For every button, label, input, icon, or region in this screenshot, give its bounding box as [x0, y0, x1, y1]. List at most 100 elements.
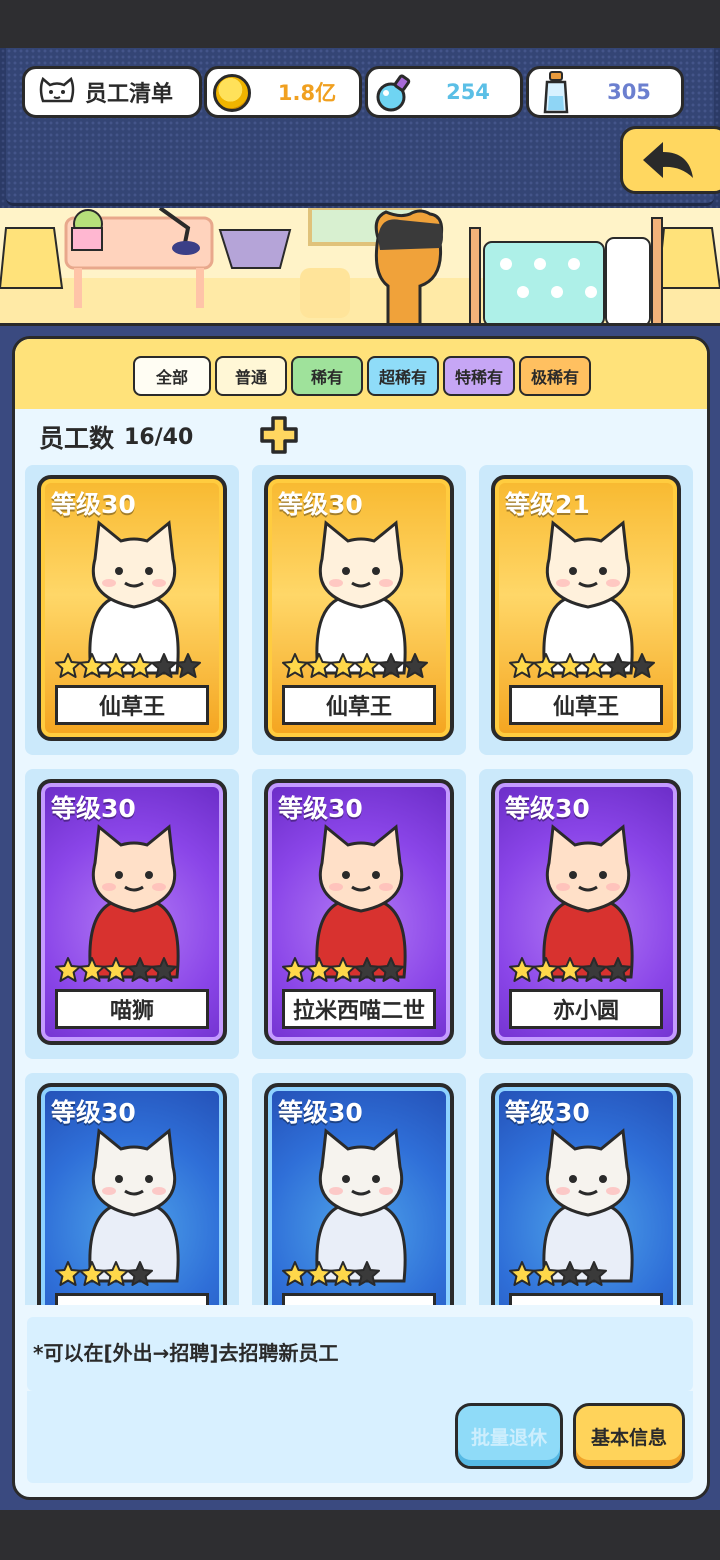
star-empty-icon [581, 1261, 607, 1286]
star-empty-icon [354, 1261, 380, 1286]
staff-name: 仙草王 [509, 685, 663, 725]
star-filled-icon [533, 957, 559, 982]
filter-ultra-rare[interactable]: 特稀有 [443, 356, 515, 396]
staff-card[interactable]: 等级30 [491, 1083, 681, 1305]
staff-card[interactable]: 等级30 亦小圆 [491, 779, 681, 1045]
staff-card-slot: 等级30 [479, 1073, 693, 1305]
staff-count: 员工数 16/40 [39, 419, 193, 455]
staff-level: 等级30 [505, 1098, 590, 1127]
star-filled-icon [509, 957, 535, 982]
star-filled-icon [330, 957, 356, 982]
bottle-value: 305 [607, 80, 651, 104]
staff-level: 等级30 [505, 794, 590, 823]
staff-card-slot: 等级30 亦小圆 [479, 769, 693, 1059]
staff-card[interactable]: 等级30 拉米西喵二世 [264, 779, 454, 1045]
star-filled-icon [79, 653, 105, 678]
star-filled-icon [103, 1261, 129, 1286]
star-empty-icon [581, 957, 607, 982]
staff-level: 等级30 [51, 794, 136, 823]
filter-extreme-rare[interactable]: 极稀有 [519, 356, 591, 396]
star-filled-icon [127, 653, 153, 678]
star-rating [282, 653, 428, 679]
staff-level: 等级21 [505, 490, 590, 519]
star-filled-icon [533, 1261, 559, 1286]
batch-retire-button[interactable]: 批量退休 [455, 1403, 563, 1469]
star-empty-icon [354, 957, 380, 982]
star-empty-icon [127, 957, 153, 982]
recruit-hint: *可以在[外出→招聘]去招聘新员工 [27, 1317, 693, 1391]
staff-card-slot: 等级30 仙草王 [252, 465, 466, 755]
star-filled-icon [533, 653, 559, 678]
staff-card[interactable]: 等级21 仙草王 [491, 475, 681, 741]
filter-rare[interactable]: 稀有 [291, 356, 363, 396]
star-filled-icon [306, 653, 332, 678]
star-rating [509, 1261, 607, 1287]
star-filled-icon [557, 957, 583, 982]
star-rating [282, 1261, 380, 1287]
staff-level: 等级30 [51, 1098, 136, 1127]
potion-value: 254 [446, 80, 490, 104]
rarity-filter-tabs: 全部 普通 稀有 超稀有 特稀有 极稀有 [133, 356, 591, 396]
staff-list-panel: 全部 普通 稀有 超稀有 特稀有 极稀有 员工数 16/40 等级30 仙草王 等级… [12, 336, 710, 1500]
star-empty-icon [175, 653, 201, 678]
currency-bottle: 305 [526, 66, 684, 118]
staff-name [282, 1293, 436, 1305]
back-button[interactable] [620, 126, 720, 194]
filter-all[interactable]: 全部 [133, 356, 211, 396]
star-rating [55, 1261, 153, 1287]
potion-flask-icon [376, 74, 411, 112]
staff-name: 喵狮 [55, 989, 209, 1029]
star-filled-icon [282, 957, 308, 982]
staff-card[interactable]: 等级30 [37, 1083, 227, 1305]
star-filled-icon [306, 957, 332, 982]
star-rating [55, 957, 177, 983]
star-filled-icon [581, 653, 607, 678]
water-bottle-icon [543, 71, 569, 114]
star-empty-icon [127, 1261, 153, 1286]
star-filled-icon [55, 957, 81, 982]
staff-name: 仙草王 [282, 685, 436, 725]
star-empty-icon [151, 957, 177, 982]
staff-name [509, 1293, 663, 1305]
staff-card-slot: 等级30 仙草王 [25, 465, 239, 755]
staff-card[interactable]: 等级30 仙草王 [264, 475, 454, 741]
filter-super-rare[interactable]: 超稀有 [367, 356, 439, 396]
star-filled-icon [55, 653, 81, 678]
star-empty-icon [151, 653, 177, 678]
staff-card[interactable]: 等级30 仙草王 [37, 475, 227, 741]
staff-level: 等级30 [278, 794, 363, 823]
staff-card-slot: 等级30 [252, 1073, 466, 1305]
staff-level: 等级30 [278, 1098, 363, 1127]
staff-card-slot: 等级30 [25, 1073, 239, 1305]
star-filled-icon [79, 957, 105, 982]
currency-gold: 1.8亿 [204, 66, 362, 118]
star-empty-icon [378, 653, 404, 678]
star-filled-icon [103, 957, 129, 982]
filter-normal[interactable]: 普通 [215, 356, 287, 396]
star-filled-icon [282, 653, 308, 678]
staff-card-slot: 等级30 拉米西喵二世 [252, 769, 466, 1059]
star-empty-icon [605, 653, 631, 678]
staff-count-value: 16/40 [124, 424, 194, 450]
staff-card-slot: 等级21 仙草王 [479, 465, 693, 755]
staff-name [55, 1293, 209, 1305]
star-filled-icon [557, 653, 583, 678]
page-title: 员工清单 [85, 82, 174, 107]
gold-value: 1.8亿 [277, 81, 337, 105]
staff-card[interactable]: 等级30 [264, 1083, 454, 1305]
star-filled-icon [55, 1261, 81, 1286]
back-arrow-icon [643, 142, 693, 178]
office-room-scene [0, 208, 720, 326]
staff-name: 亦小圆 [509, 989, 663, 1029]
star-empty-icon [629, 653, 655, 678]
staff-card-grid: 等级30 仙草王 等级30 仙草王 等级21 仙草王 等级30 喵狮 等级30 拉米西喵二世 等级3… [23, 463, 699, 1305]
staff-card-slot: 等级30 喵狮 [25, 769, 239, 1059]
filter-header: 全部 普通 稀有 超稀有 特稀有 极稀有 [15, 339, 707, 409]
star-empty-icon [378, 957, 404, 982]
star-empty-icon [557, 1261, 583, 1286]
staff-card[interactable]: 等级30 喵狮 [37, 779, 227, 1045]
cat-face-icon [37, 75, 77, 109]
star-rating [509, 957, 631, 983]
expand-slots-plus-icon[interactable] [259, 415, 299, 455]
basic-info-button[interactable]: 基本信息 [573, 1403, 685, 1469]
